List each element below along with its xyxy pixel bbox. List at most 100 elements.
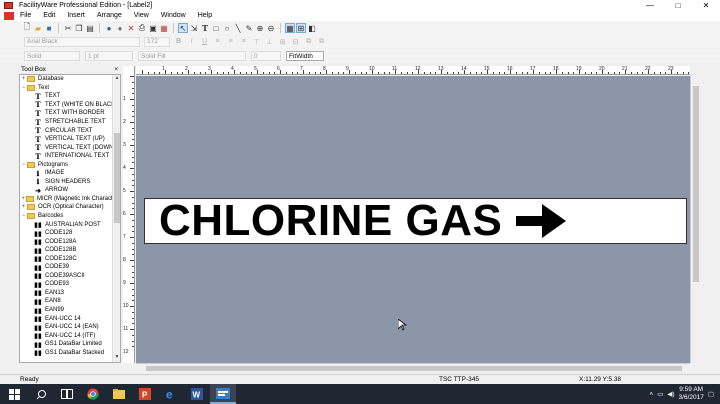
toolbox-item[interactable]: T INTERNATIONAL TEXT bbox=[20, 152, 120, 161]
text-tool-icon[interactable]: T bbox=[200, 23, 210, 33]
scroll-thumb[interactable] bbox=[114, 133, 120, 223]
bold-button[interactable]: B bbox=[174, 37, 183, 46]
rotation-select[interactable]: 0 bbox=[251, 51, 281, 61]
ellipse-tool-icon[interactable]: ○ bbox=[222, 23, 232, 33]
clock[interactable]: 9:59 AM 3/6/2017 bbox=[679, 386, 704, 402]
start-icon[interactable] bbox=[0, 384, 28, 404]
toolbox-item[interactable]: T TEXT WITH BORDER bbox=[20, 109, 120, 118]
line-width-select[interactable]: 1 pt bbox=[85, 51, 133, 61]
zoom-out-icon[interactable]: ⊖ bbox=[266, 23, 276, 33]
record-icon[interactable]: ● bbox=[115, 23, 125, 33]
toolbox-item[interactable]: T VERTICAL TEXT (UP) bbox=[20, 135, 120, 144]
print-preview-icon[interactable]: ▣ bbox=[148, 23, 158, 33]
paste-icon[interactable]: ▤ bbox=[85, 23, 95, 33]
toolbox-item[interactable]: ℹ SIGN HEADERS bbox=[20, 178, 120, 187]
database-icon[interactable]: ● bbox=[104, 23, 114, 33]
toolbox-item[interactable]: T STRETCHABLE TEXT bbox=[20, 118, 120, 127]
menu-help[interactable]: Help bbox=[192, 12, 218, 19]
save-icon[interactable]: ■ bbox=[44, 23, 54, 33]
toolbox-item[interactable]: ▮▮ EAN-UCC 14 (EAN) bbox=[20, 323, 120, 332]
fill-select[interactable]: Solid Fill bbox=[138, 51, 246, 61]
toolbox-item[interactable]: ▮▮ GS1 DataBar Limited bbox=[20, 340, 120, 349]
search-icon[interactable] bbox=[28, 384, 54, 404]
print-setup-icon[interactable]: ▦ bbox=[159, 23, 169, 33]
toolbox-item[interactable]: T TEXT bbox=[20, 92, 120, 101]
chevron-up-icon[interactable]: ˄ bbox=[649, 391, 653, 398]
menu-edit[interactable]: Edit bbox=[37, 12, 61, 19]
toolbox-folder[interactable]: − Pictograms bbox=[20, 160, 120, 169]
print-icon[interactable]: ⎙ bbox=[137, 23, 147, 33]
rectangle-tool-icon[interactable]: □ bbox=[211, 23, 221, 33]
expand-icon[interactable]: + bbox=[20, 204, 27, 210]
scroll-up-icon[interactable]: ▲ bbox=[113, 75, 120, 83]
toolbox-item[interactable]: ▮▮ EAN-UCC 14 (ITF) bbox=[20, 331, 120, 340]
toolbox-item[interactable]: ➜ ARROW bbox=[20, 186, 120, 195]
underline-button[interactable]: U bbox=[200, 37, 209, 46]
toolbox-item[interactable]: ▮▮ CODE39 bbox=[20, 263, 120, 272]
toolbox-folder[interactable]: + OCR (Optical Character) bbox=[20, 203, 120, 212]
word-icon[interactable]: W bbox=[184, 384, 210, 404]
collapse-icon[interactable]: − bbox=[20, 85, 27, 91]
align-middle-icon[interactable]: ⊥ bbox=[265, 37, 274, 46]
snap-icon[interactable]: ⊞ bbox=[296, 23, 306, 33]
canvas-horizontal-scrollbar[interactable] bbox=[136, 363, 690, 372]
arrow-right-icon[interactable] bbox=[516, 202, 568, 240]
toolbox-item[interactable]: ▮▮ CODE128B bbox=[20, 246, 120, 255]
delete-icon[interactable]: ✕ bbox=[126, 23, 136, 33]
design-canvas[interactable]: CHLORINE GAS bbox=[136, 76, 690, 363]
maximize-button[interactable]: □ bbox=[664, 0, 692, 10]
toolbox-item[interactable]: ▮▮ EAN99 bbox=[20, 306, 120, 315]
align-center-icon[interactable]: ≡ bbox=[226, 37, 235, 46]
new-file-icon[interactable]: 🗋 bbox=[22, 22, 32, 33]
pan-icon[interactable]: ⇲ bbox=[189, 23, 199, 33]
label-text[interactable]: CHLORINE GAS bbox=[159, 199, 502, 243]
toolbox-item[interactable]: T VERTICAL TEXT (DOWN) bbox=[20, 143, 120, 152]
cut-icon[interactable]: ✂ bbox=[63, 23, 73, 33]
line-tool-icon[interactable]: ╲ bbox=[233, 23, 243, 33]
canvas-vertical-scrollbar[interactable] bbox=[690, 76, 700, 363]
network-icon[interactable]: ▭ bbox=[657, 390, 663, 398]
volume-icon[interactable]: ◀) bbox=[667, 390, 674, 398]
line-style-select[interactable]: Solid bbox=[24, 51, 80, 61]
toolbox-item[interactable]: ▮▮ CODE128A bbox=[20, 237, 120, 246]
align-right-icon[interactable]: ≡ bbox=[239, 37, 248, 46]
picker-icon[interactable]: ✎ bbox=[244, 23, 254, 33]
font-name-select[interactable]: Arial Black bbox=[24, 36, 140, 47]
toolbox-item[interactable]: ▮▮ CODE128 bbox=[20, 229, 120, 238]
toolbox-item[interactable]: ▮▮ EAN-UCC 14 bbox=[20, 314, 120, 323]
distribute-icon[interactable]: ⊞ bbox=[278, 37, 287, 46]
font-size-select[interactable]: 172 bbox=[144, 36, 170, 47]
toolbox-item[interactable]: ▮▮ CODE128C bbox=[20, 254, 120, 263]
toolbox-folder[interactable]: − Barcodes bbox=[20, 212, 120, 221]
menu-view[interactable]: View bbox=[128, 12, 155, 19]
group-icon[interactable]: ⊟ bbox=[291, 37, 300, 46]
toolbox-item[interactable]: ▮▮ AUSTRALIAN POST bbox=[20, 220, 120, 229]
copy-icon[interactable]: ❐ bbox=[74, 23, 84, 33]
zoom-in-icon[interactable]: ⊕ bbox=[255, 23, 265, 33]
collapse-icon[interactable]: − bbox=[20, 162, 27, 168]
toolbox-item[interactable]: ▮▮ CODE39ASCII bbox=[20, 272, 120, 281]
zoom-select[interactable]: FitWidth bbox=[286, 51, 324, 61]
grid-icon[interactable]: ▦ bbox=[285, 23, 295, 33]
toolbox-folder[interactable]: + MICR (Magnetic Ink Character) bbox=[20, 195, 120, 204]
toolbox-close-icon[interactable]: × bbox=[114, 66, 118, 73]
toolbox-scrollbar[interactable]: ▲ ▼ bbox=[112, 75, 120, 362]
collapse-icon[interactable]: − bbox=[20, 213, 27, 219]
color-icon[interactable]: ◧ bbox=[307, 23, 317, 33]
menu-window[interactable]: Window bbox=[155, 12, 192, 19]
notification-icon[interactable]: ▢ bbox=[708, 390, 714, 398]
edge-icon[interactable]: e bbox=[158, 384, 184, 404]
toolbox-item[interactable]: T CIRCULAR TEXT bbox=[20, 126, 120, 135]
menu-insert[interactable]: Insert bbox=[61, 12, 91, 19]
facilityware-icon[interactable] bbox=[210, 384, 236, 404]
document-icon[interactable] bbox=[4, 11, 14, 20]
menu-file[interactable]: File bbox=[14, 12, 37, 19]
toolbox-item[interactable]: ℹ IMAGE bbox=[20, 169, 120, 178]
canvas-scroll-thumb[interactable] bbox=[693, 86, 699, 282]
send-back-icon[interactable]: ⧉ bbox=[317, 37, 326, 46]
task-view-icon[interactable] bbox=[54, 384, 80, 404]
align-left-icon[interactable]: ≡ bbox=[213, 37, 222, 46]
toolbox-item[interactable]: ▮▮ EAN13 bbox=[20, 289, 120, 298]
toolbox-item[interactable]: ▮▮ CODE93 bbox=[20, 280, 120, 289]
scroll-down-icon[interactable]: ▼ bbox=[113, 354, 120, 362]
